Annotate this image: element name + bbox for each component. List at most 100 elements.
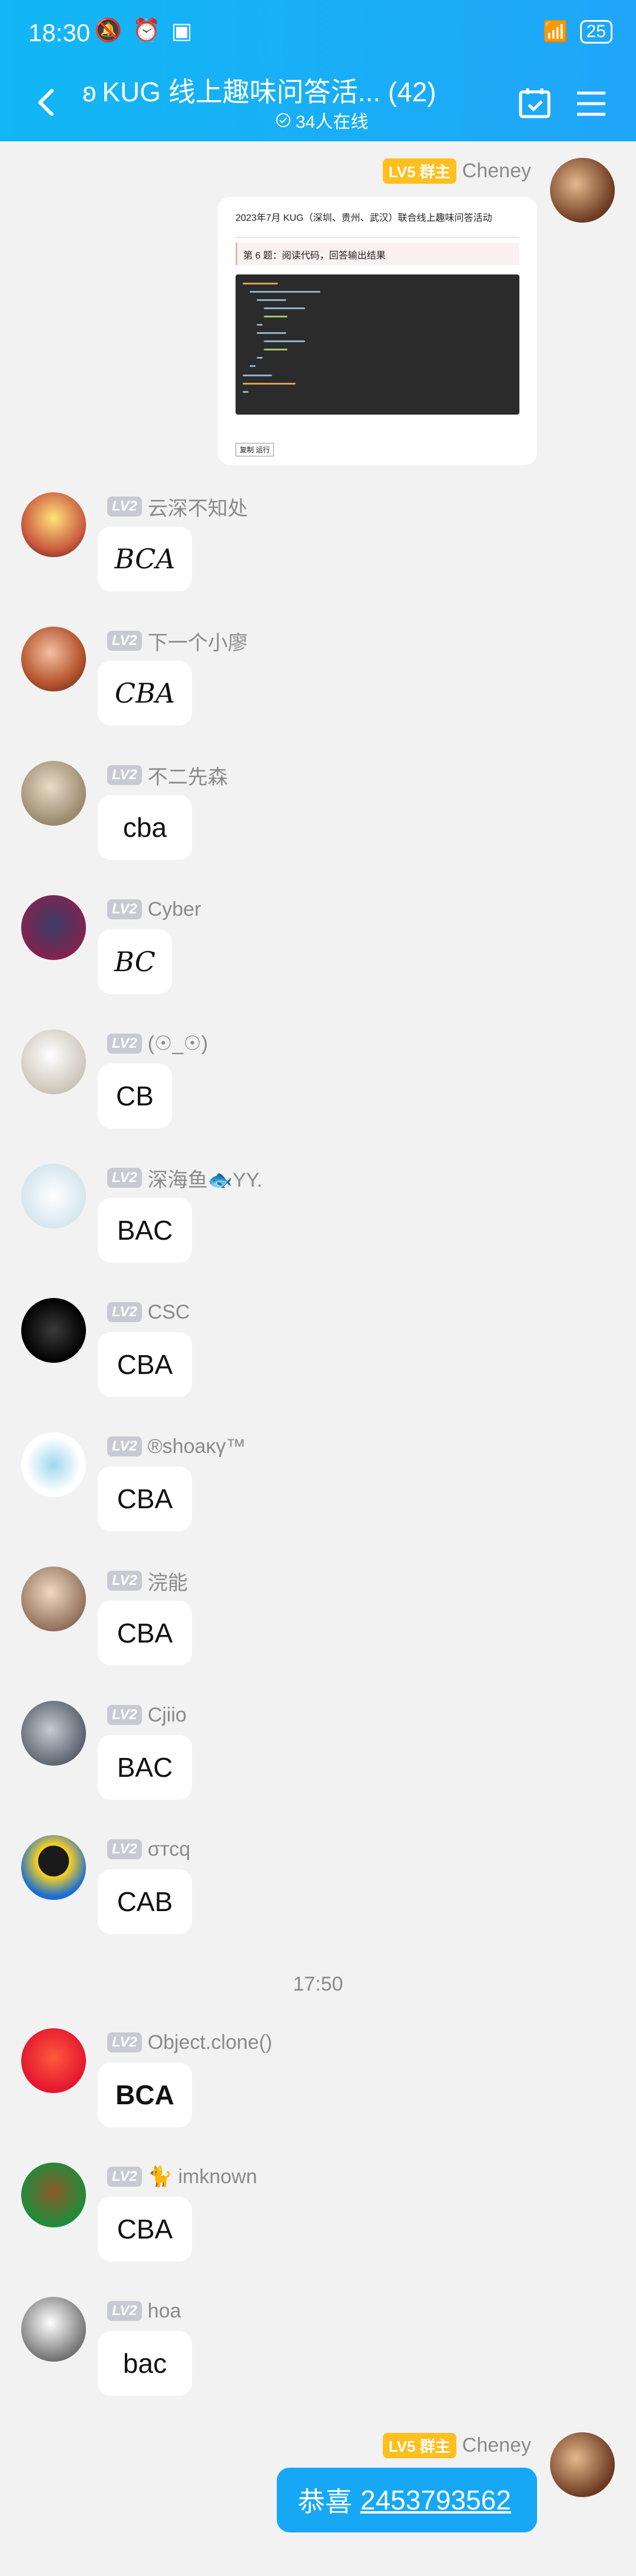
message-meta: LV2 Cjiio <box>107 1702 187 1728</box>
time-separator: 17:50 <box>293 1973 343 1995</box>
title-bar: ʚ KUG 线上趣味问答活... (42) 34人在线 <box>0 65 636 141</box>
avatar-owner[interactable] <box>550 2432 615 2497</box>
back-arrow-icon[interactable] <box>29 85 65 120</box>
sender-name: 云深不知处 <box>147 497 248 520</box>
message-bubble[interactable]: bac <box>98 2331 192 2396</box>
message-bubble[interactable]: CBA <box>98 1601 192 1666</box>
level-badge: LV2 <box>107 2167 142 2187</box>
image-message[interactable]: 2023年7月 KUG（深圳、贵州、武汉）联合线上趣味问答活动 第 6 题：阅读… <box>218 197 537 465</box>
qq-number-link[interactable]: 2453793562 <box>360 2484 511 2516</box>
level-badge: LV2 <box>107 1705 142 1725</box>
message-text: CBA <box>117 1484 173 1514</box>
message-text: 恭喜 <box>298 2486 352 2517</box>
message-text: BC <box>114 946 155 978</box>
avatar[interactable] <box>21 492 86 557</box>
message-text: BCA <box>114 543 175 575</box>
avatar[interactable] <box>21 1164 86 1229</box>
message-meta: LV2 Cyber <box>107 896 201 922</box>
avatar[interactable] <box>21 1029 86 1094</box>
avatar[interactable] <box>21 1567 86 1631</box>
message-text: CBA <box>114 677 175 709</box>
status-system-icons: 📶 25 <box>543 20 612 44</box>
image-title: 2023年7月 KUG（深圳、贵州、武汉）联合线上趣味问答活动 <box>236 213 492 223</box>
message-bubble[interactable]: BCA <box>98 2062 192 2127</box>
image-divider <box>236 237 519 238</box>
image-code-block <box>236 274 519 415</box>
message-meta: LV2 ®shoaκγ™ <box>107 1433 246 1459</box>
owner-badge: LV5 群主 <box>382 2432 456 2458</box>
sender-name: σтcq <box>147 1837 191 1860</box>
message-text: bac <box>122 2348 167 2379</box>
level-badge: LV2 <box>107 1302 142 1322</box>
avatar[interactable] <box>21 1701 86 1766</box>
avatar[interactable] <box>21 1298 86 1363</box>
message-meta-owner-last: LV5 群主 Cheney <box>382 2432 531 2458</box>
sender-name: 不二先森 <box>147 766 228 789</box>
status-bar: 18:30 🔕 ⏰ ▣ 📶 25 <box>0 0 636 65</box>
message-meta: LV2 🐈 imknown <box>107 2164 257 2190</box>
level-badge: LV2 <box>107 496 142 516</box>
chat-header: 18:30 🔕 ⏰ ▣ 📶 25 ʚ KUG 线上趣味问答活... (42) 34… <box>0 0 636 141</box>
avatar[interactable] <box>21 895 86 960</box>
level-badge: LV2 <box>107 1168 142 1188</box>
level-badge: LV2 <box>107 2032 142 2052</box>
avatar-owner[interactable] <box>550 158 615 223</box>
app-notification-icon: ▣ <box>171 19 193 44</box>
avatar[interactable] <box>21 1432 86 1497</box>
group-title[interactable]: ʚ KUG 线上趣味问答活... (42) <box>82 71 436 110</box>
message-bubble[interactable]: CBA <box>98 2197 192 2262</box>
image-question: 第 6 题：阅读代码，回答输出结果 <box>236 243 519 265</box>
message-meta: LV2 深海鱼🐟YY. <box>107 1165 262 1191</box>
sender-name: (☉_☉) <box>147 1032 208 1055</box>
level-badge: LV2 <box>107 1436 142 1456</box>
avatar[interactable] <box>21 2028 86 2093</box>
message-text: CBA <box>117 2214 173 2244</box>
message-text: CBA <box>117 1349 173 1380</box>
avatar[interactable] <box>21 761 86 826</box>
message-bubble[interactable]: CBA <box>98 661 192 726</box>
message-meta: LV2 (☉_☉) <box>107 1031 208 1057</box>
avatar[interactable] <box>21 2163 86 2227</box>
message-bubble[interactable]: CB <box>98 1064 172 1128</box>
level-badge: LV2 <box>107 765 142 785</box>
sender-name: ®shoaκγ™ <box>147 1435 246 1458</box>
sender-name: Cheney <box>462 2433 531 2456</box>
level-badge: LV2 <box>107 631 142 651</box>
signal-icon: 📶 <box>543 21 568 43</box>
message-bubble[interactable]: BCA <box>98 527 192 591</box>
message-text: CB <box>116 1081 154 1111</box>
message-bubble[interactable]: BAC <box>98 1735 192 1800</box>
sender-name: Object.clone() <box>147 2031 273 2054</box>
level-badge: LV2 <box>107 1839 142 1859</box>
message-meta: LV2 Object.clone() <box>107 2029 272 2055</box>
alarm-icon: ⏰ <box>132 18 161 43</box>
message-bubble[interactable]: CBA <box>98 1332 192 1397</box>
message-bubble[interactable]: CBA <box>98 1466 192 1531</box>
avatar[interactable] <box>21 2297 86 2362</box>
image-run-button: 复制 运行 <box>236 443 274 456</box>
avatar[interactable] <box>21 627 86 691</box>
online-count: 34人在线 <box>276 107 368 133</box>
avatar[interactable] <box>21 1835 86 1900</box>
sender-name: hoa <box>147 2299 181 2322</box>
message-text: cba <box>122 812 167 843</box>
message-meta: LV2 云深不知处 <box>107 494 248 520</box>
message-bubble[interactable]: BAC <box>98 1198 192 1263</box>
message-bubble[interactable]: CAB <box>98 1869 192 1934</box>
message-bubble[interactable]: cba <box>98 795 192 860</box>
message-bubble[interactable]: BC <box>98 929 172 994</box>
message-text: CBA <box>117 1618 173 1648</box>
message-text: BCA <box>115 2080 174 2110</box>
message-meta: LV2 hoa <box>107 2298 181 2324</box>
menu-icon[interactable] <box>572 85 610 122</box>
online-icon <box>276 113 290 127</box>
mute-icon: 🔕 <box>94 18 122 43</box>
sender-name: 下一个小廖 <box>147 631 248 654</box>
level-badge: LV2 <box>107 1034 142 1054</box>
message-meta: LV2 不二先森 <box>107 762 228 789</box>
calendar-check-icon[interactable] <box>516 85 554 122</box>
owner-badge: LV5 群主 <box>382 158 456 184</box>
sender-name: Cyber <box>147 898 201 921</box>
message-bubble-self[interactable]: 恭喜 2453793562 <box>277 2468 537 2532</box>
sender-name: 🐈 imknown <box>147 2166 257 2188</box>
